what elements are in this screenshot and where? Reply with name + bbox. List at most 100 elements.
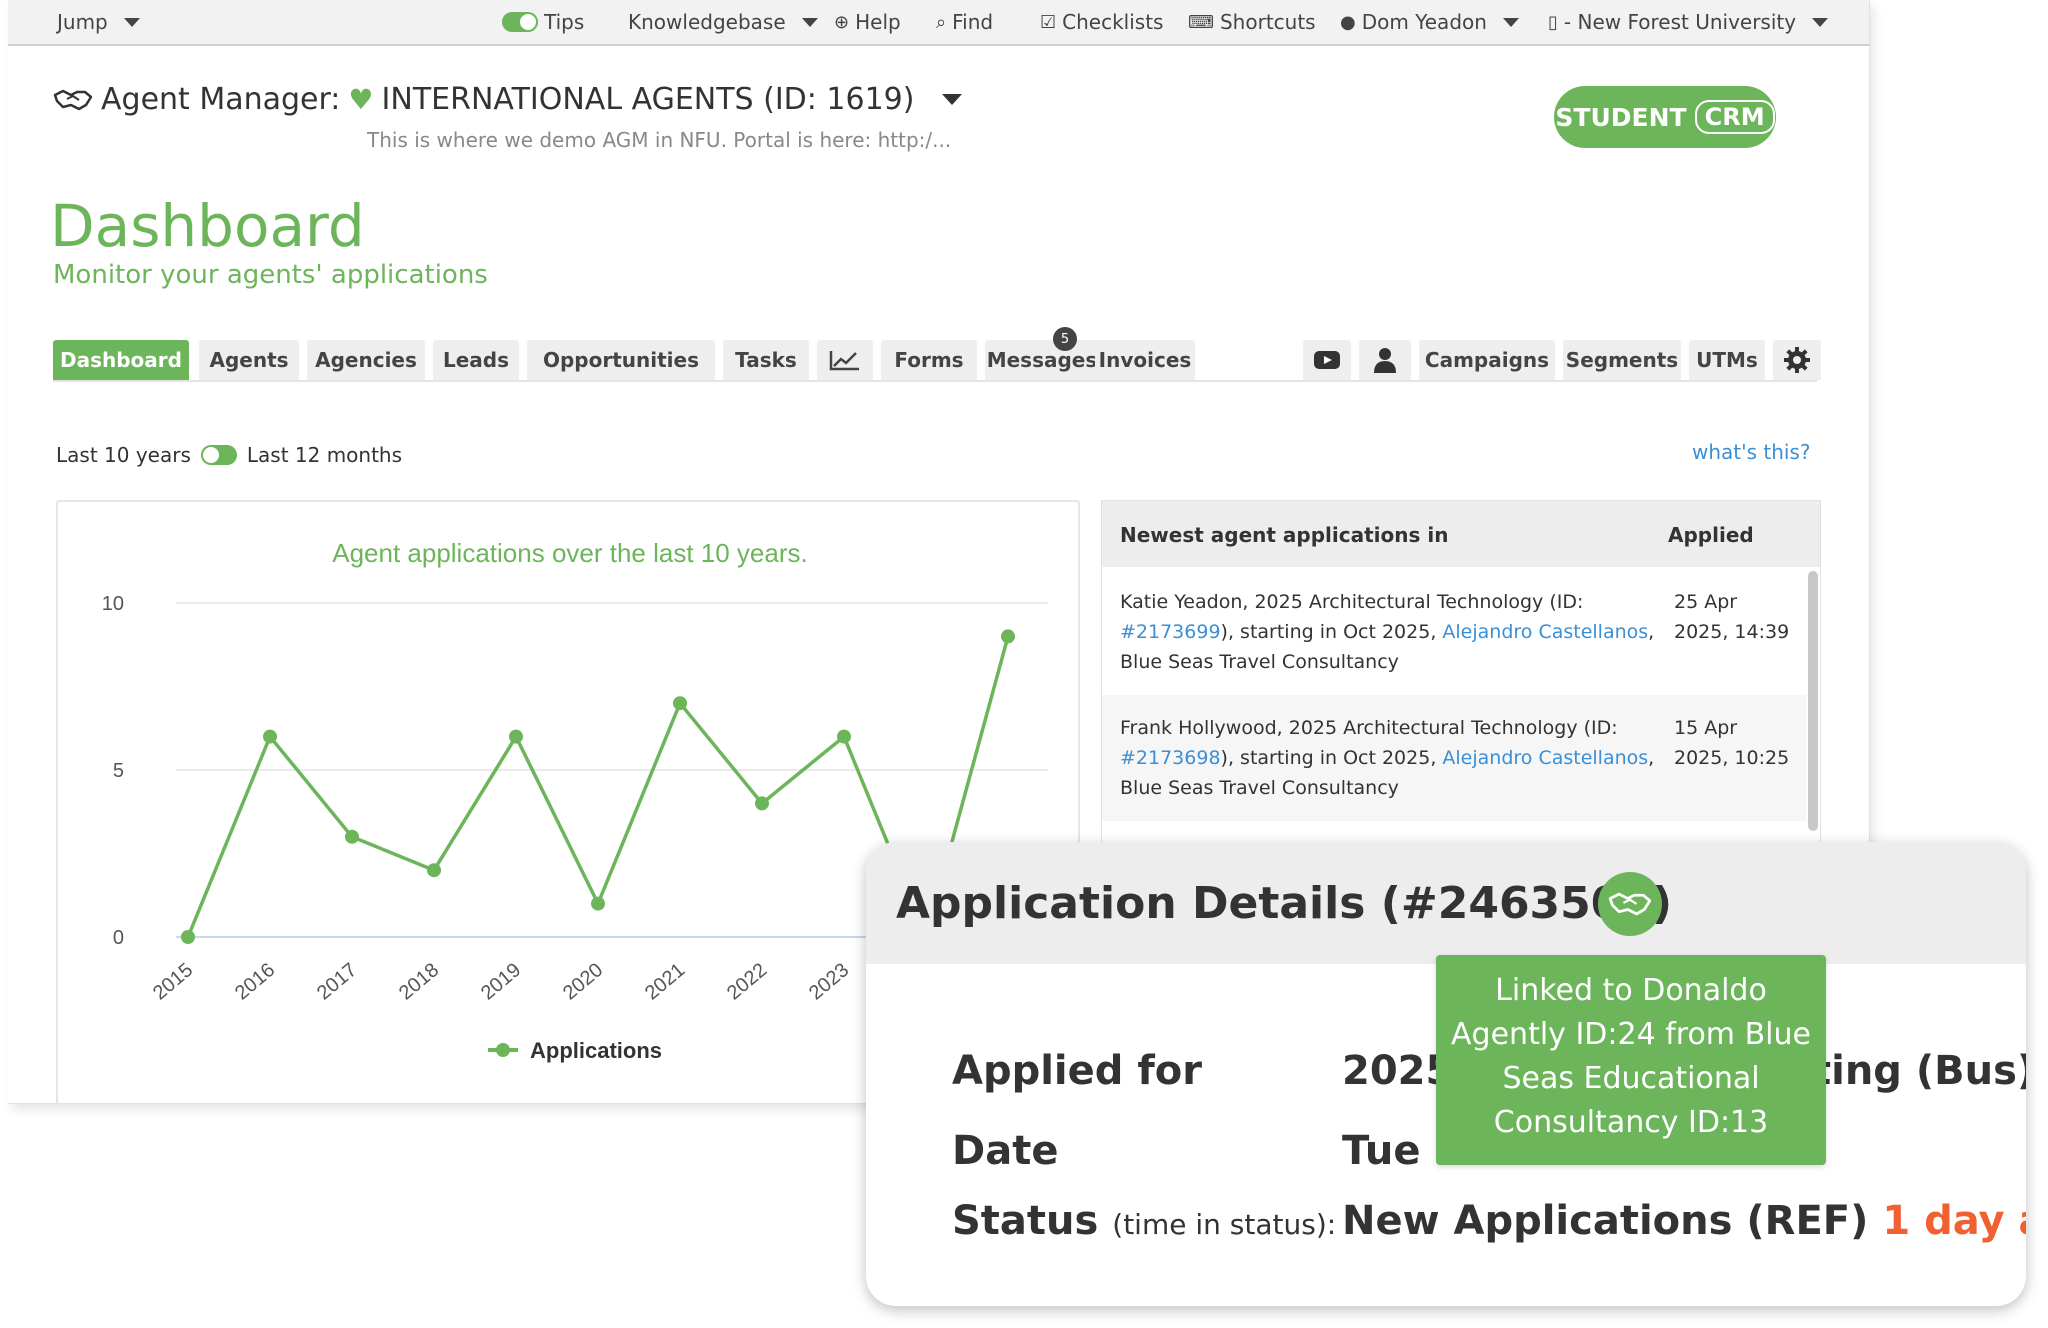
building-icon: ▯	[1548, 11, 1558, 33]
checklists-link[interactable]: ☑ Checklists	[1040, 10, 1163, 34]
applied-date: 25 Apr 2025, 14:39	[1674, 591, 1790, 643]
student-crm-button[interactable]: STUDENT CRM	[1554, 86, 1776, 148]
x-tick-label: 2019	[477, 959, 525, 1004]
gear-icon	[1784, 347, 1810, 373]
chevron-down-icon	[942, 94, 963, 105]
x-tick-label: 2017	[313, 959, 361, 1004]
tab-profile[interactable]	[1359, 340, 1411, 380]
x-tick-label: 2021	[641, 959, 689, 1004]
tab-tasks[interactable]: Tasks	[723, 340, 809, 380]
shortcuts-link[interactable]: ⌨ Shortcuts	[1188, 10, 1316, 34]
tab-agents[interactable]: Agents	[199, 340, 299, 380]
y-tick-label: 0	[113, 927, 124, 949]
y-tick-label: 10	[102, 593, 124, 615]
tab-leads[interactable]: Leads	[433, 340, 519, 380]
tab-campaigns[interactable]: Campaigns	[1419, 340, 1555, 380]
lifebuoy-icon: ⊕	[834, 11, 850, 33]
table-scrollbar[interactable]	[1808, 571, 1818, 831]
tab-segments[interactable]: Segments	[1563, 340, 1681, 380]
data-point	[591, 896, 605, 911]
knowledgebase-menu[interactable]: Knowledgebase	[628, 10, 818, 34]
agent-manager-label: Agent Manager:	[101, 82, 341, 117]
chevron-down-icon	[1502, 17, 1519, 27]
page-title: Dashboard	[50, 192, 365, 260]
details-title: Application Details (#2463507)	[896, 878, 1673, 929]
shortcuts-label: Shortcuts	[1219, 10, 1316, 34]
tab-settings[interactable]	[1773, 340, 1821, 380]
agent-link[interactable]: Alejandro Castellanos	[1442, 621, 1648, 643]
row-text: Frank Hollywood, 2025 Architectural Tech…	[1120, 717, 1618, 739]
tab-bar: Dashboard Agents Agencies Leads Opportun…	[53, 327, 1821, 382]
line-chart-icon	[829, 351, 859, 371]
application-id-link[interactable]: #2173698	[1120, 747, 1221, 769]
crm-student-label: STUDENT	[1555, 102, 1687, 132]
legend-marker	[496, 1043, 510, 1057]
chevron-down-icon	[1812, 17, 1829, 27]
tab-invoices[interactable]: Invoices	[1095, 340, 1195, 380]
y-tick-label: 5	[113, 760, 124, 782]
messages-count-badge: 5	[1053, 327, 1077, 351]
chevron-down-icon	[123, 17, 140, 27]
checklists-label: Checklists	[1062, 10, 1164, 34]
search-icon: ⌕	[936, 11, 947, 33]
tab-reports[interactable]	[817, 340, 873, 380]
x-tick-label: 2022	[723, 959, 771, 1004]
help-link[interactable]: ⊕ Help	[834, 10, 901, 34]
knowledgebase-label: Knowledgebase	[628, 10, 786, 34]
data-point	[345, 829, 359, 844]
handshake-icon	[53, 89, 93, 110]
range-toggle[interactable]	[200, 445, 237, 465]
status-value-row: New Applications (REF) 1 day ago	[1342, 1198, 2026, 1244]
application-id-link[interactable]: #2173699	[1120, 621, 1221, 643]
tab-utms[interactable]: UTMs	[1689, 340, 1765, 380]
user-icon: ●	[1340, 11, 1356, 33]
toggle-icon	[502, 12, 538, 32]
data-point	[427, 863, 441, 878]
application-text: Frank Hollywood, 2025 Architectural Tech…	[1120, 713, 1660, 803]
top-navigation: Jump Tips Knowledgebase ⊕ Help ⌕ Find ☑ …	[8, 0, 1869, 46]
jump-menu[interactable]: Jump	[57, 10, 140, 34]
application-text: Katie Yeadon, 2025 Architectural Technol…	[1120, 587, 1660, 677]
header-applied: Applied	[1668, 523, 1754, 547]
date-value: Tue	[1342, 1128, 1421, 1174]
legend-label: Applications	[530, 1038, 662, 1063]
range-right-label: Last 12 months	[246, 443, 403, 467]
institution-menu[interactable]: ▯ - New Forest University	[1548, 10, 1829, 34]
user-name: Dom Yeadon	[1361, 10, 1487, 34]
table-row: Frank Hollywood, 2025 Architectural Tech…	[1102, 695, 1806, 821]
range-switch[interactable]: Last 10 years Last 12 months	[56, 443, 402, 467]
agent-tooltip: Linked to Donaldo Agently ID:24 from Blu…	[1436, 955, 1826, 1165]
find-link[interactable]: ⌕ Find	[936, 10, 993, 34]
tab-forms[interactable]: Forms	[881, 340, 977, 380]
checklist-icon: ☑	[1040, 11, 1057, 33]
data-point	[1001, 629, 1015, 644]
row-text: ), starting in Oct 2025,	[1220, 621, 1443, 643]
chevron-down-icon	[801, 17, 818, 27]
tips-toggle[interactable]: Tips	[502, 10, 584, 34]
x-tick-label: 2015	[149, 959, 197, 1004]
applied-for-value-end: ting (Bus)	[1812, 1048, 2026, 1094]
x-tick-label: 2018	[395, 959, 443, 1004]
agent-manager-header[interactable]: Agent Manager: ♥ INTERNATIONAL AGENTS (I…	[53, 82, 963, 117]
tab-dashboard[interactable]: Dashboard	[53, 340, 189, 380]
header-newest: Newest agent applications in	[1120, 523, 1449, 547]
agent-link-button[interactable]	[1598, 872, 1662, 936]
whats-this-link[interactable]: what's this?	[1692, 440, 1811, 464]
status-age: 1 day ago	[1882, 1198, 2026, 1244]
page-subtitle: Monitor your agents' applications	[53, 260, 488, 290]
tab-agencies[interactable]: Agencies	[307, 340, 425, 380]
row-text: Katie Yeadon, 2025 Architectural Technol…	[1120, 591, 1584, 613]
agent-link[interactable]: Alejandro Castellanos	[1442, 747, 1648, 769]
user-icon	[1374, 348, 1396, 373]
table-header: Newest agent applications in Applied	[1102, 501, 1820, 567]
date-label: Date	[952, 1128, 1059, 1174]
status-label: Status	[952, 1198, 1099, 1244]
table-row: Katie Yeadon, 2025 Architectural Technol…	[1102, 569, 1806, 695]
tab-opportunities[interactable]: Opportunities	[527, 340, 715, 380]
find-label: Find	[952, 10, 994, 34]
tab-videos[interactable]	[1303, 340, 1351, 380]
tab-messages[interactable]: Messages	[985, 340, 1099, 380]
user-menu[interactable]: ● Dom Yeadon	[1340, 10, 1519, 34]
agent-group-description: This is where we demo AGM in NFU. Portal…	[367, 128, 952, 152]
status-value: New Applications (REF)	[1342, 1198, 1869, 1244]
